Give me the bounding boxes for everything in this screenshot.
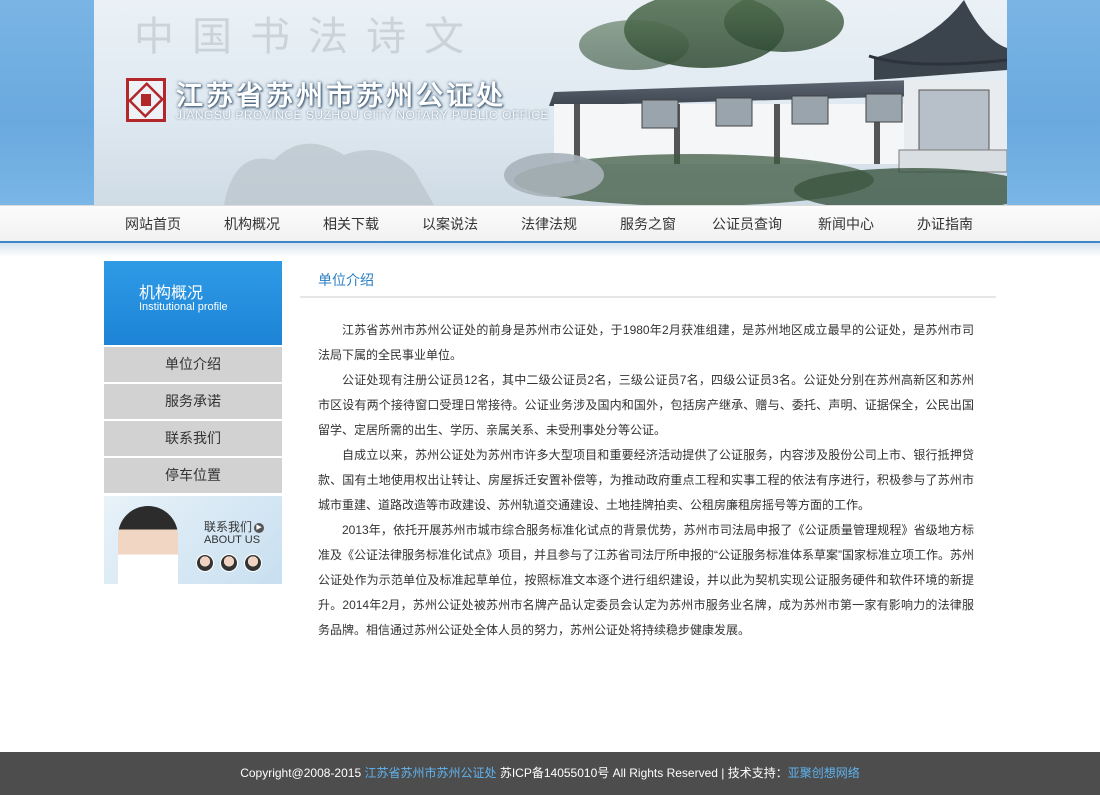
- banner-background: 中国书法诗文 江苏省苏州市苏州公证处 JIANGSU PROVINCE SUZH…: [0, 0, 1100, 205]
- nav-item-home[interactable]: 网站首页: [125, 206, 181, 242]
- nav-item-downloads[interactable]: 相关下载: [323, 206, 379, 242]
- article-body: 江苏省苏州市苏州公证处的前身是苏州市公证处，于1980年2月获准组建，是苏州地区…: [318, 318, 974, 643]
- footer-org-link[interactable]: 江苏省苏州市苏州公证处: [364, 766, 496, 780]
- article-paragraph: 自成立以来，苏州公证处为苏州市许多大型项目和重要经济活动提供了公证服务，内容涉及…: [318, 448, 974, 512]
- sidebar-item-contact[interactable]: 联系我们: [104, 421, 282, 456]
- main-nav: 网站首页 机构概况 相关下载 以案说法 法律法规 服务之窗 公证员查询 新闻中心…: [0, 205, 1100, 243]
- header-banner: 中国书法诗文 江苏省苏州市苏州公证处 JIANGSU PROVINCE SUZH…: [94, 0, 1007, 205]
- contact-card-title: 联系我们: [204, 520, 253, 534]
- article-paragraph: 江苏省苏州市苏州公证处的前身是苏州市公证处，于1980年2月获准组建，是苏州地区…: [318, 323, 974, 362]
- avatar: [220, 554, 238, 572]
- avatar: [244, 554, 262, 572]
- sidebar-title: 机构概况: [139, 285, 204, 302]
- garden-building-illustration: [504, 0, 1007, 205]
- sidebar-header: 机构概况 Institutional profile: [104, 261, 282, 345]
- sidebar-item-parking[interactable]: 停车位置: [104, 458, 282, 493]
- customer-service-photo: [118, 506, 178, 584]
- seal-logo-icon: [126, 78, 166, 122]
- sidebar-item-introduction[interactable]: 单位介绍: [104, 347, 282, 382]
- nav-item-notary-search[interactable]: 公证员查询: [712, 206, 782, 242]
- sidebar-subtitle: Institutional profile: [139, 301, 228, 313]
- nav-item-service-window[interactable]: 服务之窗: [620, 206, 676, 242]
- nav-item-news[interactable]: 新闻中心: [818, 206, 874, 242]
- sidebar-item-commitment[interactable]: 服务承诺: [104, 384, 282, 419]
- nav-item-profile[interactable]: 机构概况: [224, 206, 280, 242]
- nav-item-guide[interactable]: 办证指南: [917, 206, 973, 242]
- section-divider: [300, 296, 996, 298]
- footer: Copyright@2008-2015 江苏省苏州市苏州公证处 苏ICP备140…: [0, 752, 1100, 795]
- site-subtitle: JIANGSU PROVINCE SUZHOU CITY NOTARY PUBL…: [176, 108, 549, 122]
- nav-shadow: [0, 243, 1100, 257]
- footer-tech-link[interactable]: 亚聚创想网络: [788, 766, 860, 780]
- footer-separator: |: [721, 766, 725, 780]
- avatar: [196, 554, 214, 572]
- sidebar-menu: 单位介绍 服务承诺 联系我们 停车位置: [104, 347, 282, 495]
- section-title: 单位介绍: [318, 272, 374, 288]
- footer-icp: 苏ICP备14055010号 All Rights Reserved: [499, 766, 718, 780]
- article-paragraph: 公证处现有注册公证员12名，其中二级公证员2名，三级公证员7名，四级公证员3名。…: [318, 373, 974, 437]
- contact-us-card[interactable]: 联系我们 ▶ ABOUT US: [104, 496, 282, 584]
- footer-copyright: Copyright@2008-2015: [240, 766, 362, 780]
- footer-tech-label: 技术支持：: [727, 766, 788, 780]
- contact-card-subtitle: ABOUT US: [204, 534, 261, 546]
- garden-rock-illustration: [224, 143, 434, 205]
- arrow-right-circle-icon: ▶: [254, 522, 265, 533]
- nav-item-cases[interactable]: 以案说法: [422, 206, 478, 242]
- article-paragraph: 2013年，依托开展苏州市城市综合服务标准化试点的背景优势，苏州市司法局申报了《…: [318, 523, 974, 637]
- nav-item-laws[interactable]: 法律法规: [521, 206, 577, 242]
